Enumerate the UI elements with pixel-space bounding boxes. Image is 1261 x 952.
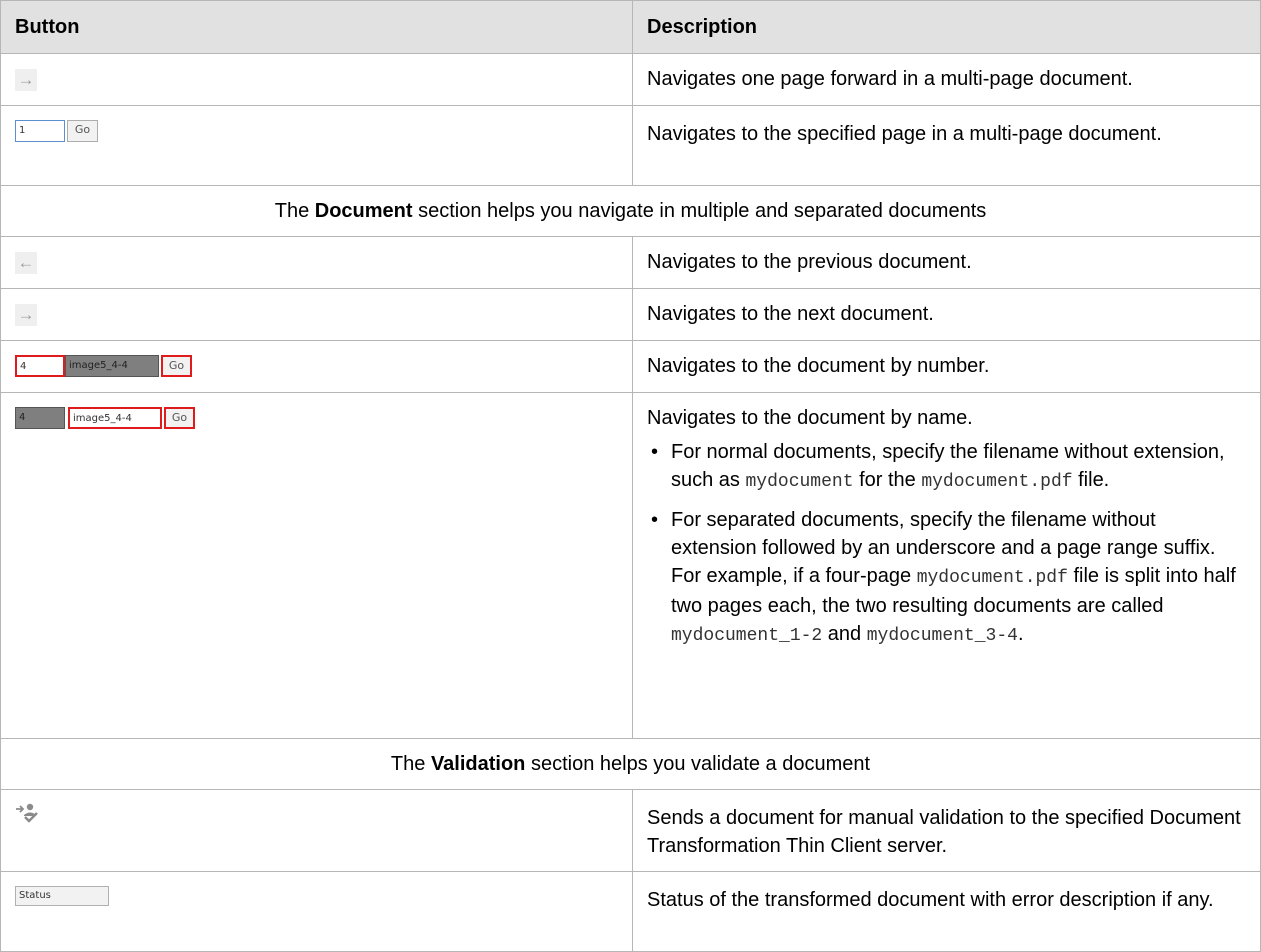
table-row: → Navigates one page forward in a multi-… [0,53,1261,106]
document-number-field-disabled: 4 [15,407,65,429]
table-row: 4 image5_4-4 Go Navigates to the document … [0,340,1261,393]
table-row: 1 Go Navigates to the specified page in a… [0,105,1261,186]
description-cell: Navigates to the specified page in a mul… [632,105,1261,186]
header-button: Button [0,0,633,54]
validation-section-title: Validation [430,753,526,775]
arrow-right-icon[interactable]: → [15,304,37,326]
table-row: Status Status of the transformed documen… [0,871,1261,952]
document-name-input[interactable]: image5_4-4 [68,407,162,429]
description-cell: Navigates to the document by name. For n… [632,392,1261,739]
list-item: For separated documents, specify the fil… [647,506,1246,650]
button-cell: 4 image5_4-4 Go [0,392,633,739]
button-cell: → [0,53,633,106]
list-item: For normal documents, specify the filena… [647,438,1246,496]
description-cell: Status of the transformed document with … [632,871,1261,952]
button-cell [0,789,633,872]
document-number-input[interactable]: 4 [15,355,65,377]
table-row: Sends a document for manual validation t… [0,789,1261,872]
section-row: The Validation section helps you validat… [0,738,1261,790]
document-section-caption: The Document section helps you navigate … [0,185,1261,237]
button-cell: 4 image5_4-4 Go [0,340,633,393]
bullet-list: For normal documents, specify the filena… [647,438,1246,650]
description-cell: Navigates to the previous document. [632,236,1261,289]
arrow-left-icon[interactable]: ← [15,252,37,274]
document-section-title: Document [314,200,413,222]
button-cell: Status [0,871,633,952]
document-name-field-disabled: image5_4-4 [65,355,159,377]
validation-section-caption: The Validation section helps you validat… [0,738,1261,790]
description-cell: Navigates to the next document. [632,288,1261,341]
button-cell: ← [0,236,633,289]
table-row: 4 image5_4-4 Go Navigates to the document … [0,392,1261,739]
button-description-table: Button Description → Navigates one page … [0,0,1261,952]
document-go-button[interactable]: Go [164,407,195,429]
page-go-button[interactable]: Go [67,120,98,142]
table-row: ← Navigates to the previous document. [0,236,1261,289]
document-go-button[interactable]: Go [161,355,192,377]
description-cell: Navigates to the document by number. [632,340,1261,393]
page-number-input[interactable]: 1 [15,120,65,142]
description-cell: Sends a document for manual validation t… [632,789,1261,872]
section-row: The Document section helps you navigate … [0,185,1261,237]
description-text: Navigates to the document by name. [647,407,973,429]
arrow-right-icon[interactable]: → [15,69,37,91]
send-for-validation-icon[interactable] [15,802,39,832]
button-cell: 1 Go [0,105,633,186]
header-description: Description [632,0,1261,54]
table-header-row: Button Description [0,0,1261,54]
description-cell: Navigates one page forward in a multi-pa… [632,53,1261,106]
table-row: → Navigates to the next document. [0,288,1261,341]
status-field: Status [15,886,109,906]
button-cell: → [0,288,633,341]
